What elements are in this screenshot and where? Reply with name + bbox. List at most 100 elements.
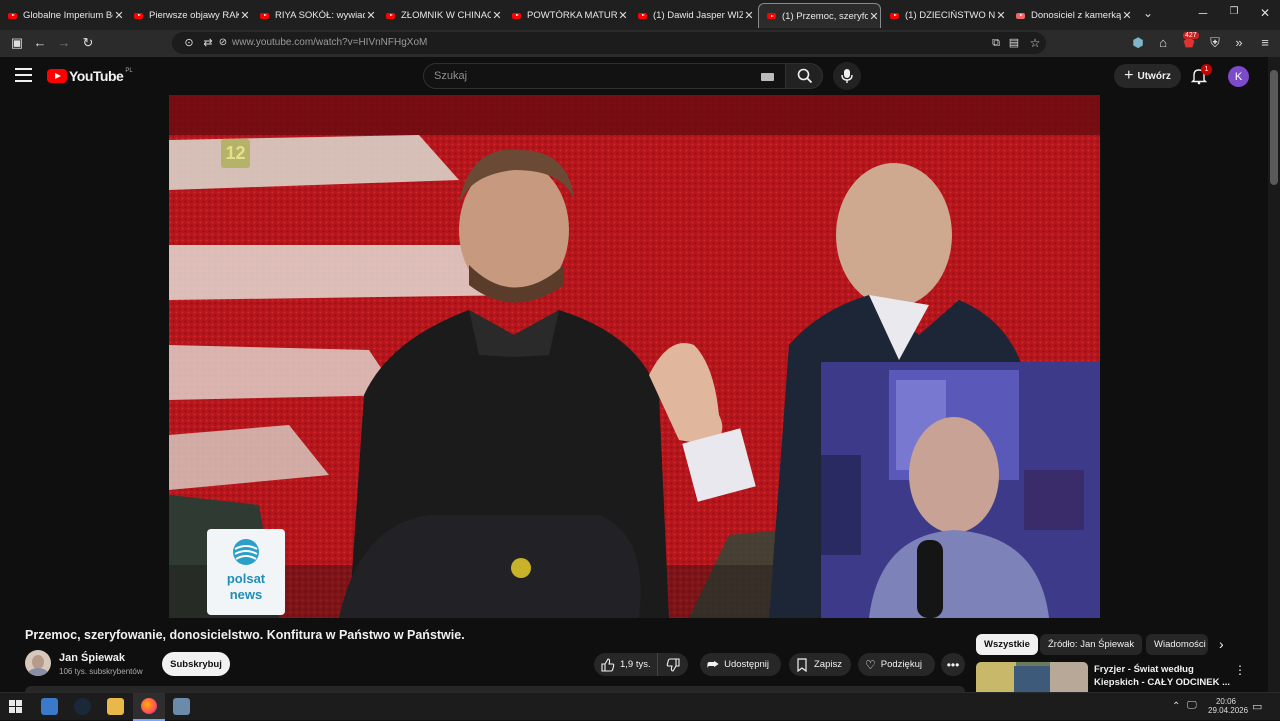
network-app-icon[interactable] bbox=[41, 698, 58, 715]
plus-icon: + bbox=[1124, 67, 1134, 84]
chip-source[interactable]: Źródło: Jan Śpiewak bbox=[1040, 634, 1143, 655]
browser-tab[interactable]: RIYA SOKÓŁ: wywiad, pie✕ bbox=[252, 3, 377, 28]
notification-center-icon[interactable]: ▭ bbox=[1252, 700, 1262, 713]
channel-avatar[interactable] bbox=[25, 650, 51, 676]
close-tab-icon[interactable]: ✕ bbox=[365, 9, 377, 22]
save-button[interactable]: Zapisz bbox=[789, 653, 851, 676]
notification-count-badge: 1 bbox=[1201, 64, 1212, 75]
share-arrow-icon: ⮫ bbox=[707, 656, 720, 672]
channel-number-badge: 12 bbox=[221, 139, 250, 168]
close-tab-icon[interactable]: ✕ bbox=[239, 9, 251, 22]
file-explorer-icon[interactable] bbox=[107, 698, 124, 715]
translate-icon[interactable]: ⇄ bbox=[200, 35, 216, 51]
youtube-favicon-icon bbox=[767, 13, 776, 19]
system-clock[interactable]: 20:06 29.04.2026 bbox=[1208, 697, 1248, 715]
dislike-button[interactable] bbox=[658, 657, 688, 672]
microphone-icon bbox=[841, 69, 853, 83]
recommended-title[interactable]: Fryzjer - Świat według Kiepskich - CAŁY … bbox=[1094, 664, 1230, 688]
reader-view-icon[interactable]: ▤ bbox=[1006, 35, 1022, 51]
youtube-favicon-icon bbox=[260, 12, 269, 19]
taskbar-firefox-active[interactable] bbox=[133, 693, 165, 721]
page-scrollbar[interactable] bbox=[1268, 57, 1280, 692]
thanks-button[interactable]: ♡ Podziękuj bbox=[858, 653, 935, 676]
youtube-play-logo-icon bbox=[47, 69, 67, 83]
youtube-favicon-icon bbox=[1016, 12, 1025, 19]
browser-tab[interactable]: Globalne Imperium Bezk✕ bbox=[0, 3, 125, 28]
overflow-chevron-icon[interactable]: » bbox=[1231, 35, 1247, 51]
search-icon bbox=[797, 68, 813, 84]
video-frame bbox=[169, 95, 1100, 618]
sidebar-toggle-icon[interactable]: ▣ bbox=[9, 35, 25, 51]
close-tab-icon[interactable]: ✕ bbox=[743, 9, 755, 22]
site-info-icon[interactable]: ⊙ bbox=[181, 35, 197, 51]
chip-news[interactable]: Wiadomości bbox=[1146, 634, 1208, 655]
hamburger-menu-icon[interactable] bbox=[15, 68, 32, 82]
like-button[interactable]: 1,9 tys. bbox=[594, 653, 658, 676]
close-tab-icon[interactable]: ✕ bbox=[617, 9, 629, 22]
back-icon[interactable]: ← bbox=[32, 35, 48, 51]
voice-search-button[interactable] bbox=[833, 62, 861, 90]
youtube-favicon-icon bbox=[134, 12, 143, 19]
extensions-icon[interactable]: ⌂ bbox=[1155, 35, 1171, 51]
close-tab-icon[interactable]: ✕ bbox=[1121, 9, 1133, 22]
recommended-thumbnail[interactable] bbox=[976, 662, 1088, 692]
browser-toolbar: ▣ ← → ↻ ⊙ ⇄ ⊘ www.youtube.com/watch?v=HI… bbox=[0, 30, 1280, 57]
create-button[interactable]: + Utwórz bbox=[1114, 64, 1181, 88]
polsat-logo-icon bbox=[233, 539, 259, 565]
browser-tab-active[interactable]: (1) Przemoc, szeryfowani✕ bbox=[758, 3, 881, 28]
youtube-favicon-icon bbox=[638, 12, 647, 19]
forward-icon[interactable]: → bbox=[56, 35, 72, 51]
more-horizontal-icon: ••• bbox=[946, 657, 960, 672]
steam-icon[interactable] bbox=[74, 698, 91, 715]
search-input[interactable]: Szukaj bbox=[423, 63, 786, 89]
close-tab-icon[interactable]: ✕ bbox=[868, 10, 880, 23]
windows-taskbar: ⌃ 🖵 20:06 29.04.2026 ▭ bbox=[0, 692, 1280, 721]
browser-tab[interactable]: (1) Dawid Jasper WIZYTA✕ bbox=[630, 3, 755, 28]
reload-icon[interactable]: ↻ bbox=[80, 35, 96, 51]
close-tab-icon[interactable]: ✕ bbox=[995, 9, 1007, 22]
privacy-badger-icon[interactable]: ⛨ bbox=[1207, 35, 1223, 51]
keyboard-icon[interactable] bbox=[761, 73, 774, 81]
account-avatar[interactable]: K bbox=[1228, 66, 1249, 87]
network-tray-icon[interactable]: 🖵 bbox=[1187, 700, 1197, 711]
browser-tab[interactable]: (1) DZIECIŃSTWO NA SP✕ bbox=[882, 3, 1007, 28]
maximize-icon[interactable]: ❐ bbox=[1224, 6, 1244, 17]
bookmark-star-icon[interactable]: ☆ bbox=[1027, 35, 1043, 51]
picture-in-picture-icon[interactable]: ⧉ bbox=[988, 35, 1004, 51]
browser-tab[interactable]: POWTÓRKA MATURALNA✕ bbox=[504, 3, 629, 28]
notifications-button[interactable]: 1 bbox=[1190, 64, 1212, 87]
calculator-icon[interactable] bbox=[173, 698, 190, 715]
video-player[interactable]: 12 polsat news bbox=[169, 95, 1100, 618]
browser-tab[interactable]: ZŁOMNIK W CHINACH #✕ bbox=[378, 3, 503, 28]
minimize-icon[interactable]: ─ bbox=[1193, 6, 1213, 20]
browser-tab-strip: Globalne Imperium Bezk✕ Pierwsze objawy … bbox=[0, 0, 1280, 30]
chip-next-chevron-icon[interactable]: › bbox=[1219, 636, 1224, 652]
channel-name[interactable]: Jan Śpiewak bbox=[59, 652, 125, 664]
scrollbar-thumb[interactable] bbox=[1270, 70, 1278, 185]
youtube-favicon-icon bbox=[386, 12, 395, 19]
share-button[interactable]: ⮫ Udostępnij bbox=[700, 653, 781, 676]
youtube-favicon-icon bbox=[512, 12, 521, 19]
windows-start-icon[interactable] bbox=[9, 700, 22, 713]
search-button[interactable] bbox=[785, 63, 823, 89]
close-tab-icon[interactable]: ✕ bbox=[113, 9, 125, 22]
thumbs-down-icon bbox=[666, 657, 680, 672]
browser-tab[interactable]: Pierwsze objawy RAKA P✕ bbox=[126, 3, 251, 28]
shield-extension-icon[interactable]: ⬢ bbox=[1130, 35, 1146, 51]
chip-all[interactable]: Wszystkie bbox=[976, 634, 1038, 655]
close-tab-icon[interactable]: ✕ bbox=[491, 9, 503, 22]
tray-chevron-icon[interactable]: ⌃ bbox=[1172, 701, 1180, 712]
tracking-icon[interactable]: ⊘ bbox=[215, 35, 231, 51]
youtube-favicon-icon bbox=[8, 12, 17, 19]
youtube-logo[interactable]: YouTube PL bbox=[47, 68, 133, 84]
menu-icon[interactable]: ≡ bbox=[1257, 35, 1273, 51]
address-bar[interactable]: ⊙ ⇄ ⊘ www.youtube.com/watch?v=HIVnNFHgXo… bbox=[172, 32, 1046, 54]
more-actions-button[interactable]: ••• bbox=[941, 653, 965, 676]
browser-tab[interactable]: Donosiciel z kamerką czy✕ bbox=[1008, 3, 1133, 28]
subscribe-button[interactable]: Subskrybuj bbox=[162, 652, 230, 676]
video-title: Przemoc, szeryfowanie, donosicielstwo. K… bbox=[25, 628, 465, 642]
window-close-icon[interactable]: ✕ bbox=[1255, 6, 1275, 20]
recommended-more-icon[interactable]: ⋮ bbox=[1234, 663, 1246, 677]
tab-list-chevron-icon[interactable]: ⌄ bbox=[1138, 6, 1158, 20]
polsat-news-logo: polsat news bbox=[207, 529, 285, 615]
